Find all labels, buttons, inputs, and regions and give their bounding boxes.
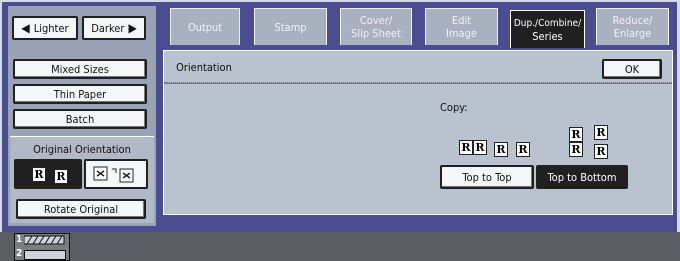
paper-stack-icon — [24, 235, 65, 245]
copy-r-icon: R — [494, 142, 508, 157]
orientation-normal-button[interactable]: R R — [14, 159, 82, 189]
job-row-2-number: 2 — [16, 248, 23, 259]
copy-r-icon: R — [459, 140, 473, 155]
orientation-r-icon: R — [54, 169, 68, 184]
rotate-original-button[interactable]: Rotate Original — [16, 199, 146, 219]
lighter-arrow-icon: ◀ — [21, 21, 30, 35]
darker-button[interactable]: Darker ▶ — [82, 16, 146, 40]
tab-dup-combine-series[interactable]: Dup./Combine/ Series — [510, 10, 585, 48]
copy-r-icon: R — [594, 125, 608, 140]
tab-cover-slip-sheet[interactable]: Cover/ Slip Sheet — [340, 8, 412, 45]
ok-button[interactable]: OK — [602, 59, 662, 79]
job-row-1-number: 1 — [16, 234, 23, 245]
tab-output[interactable]: Output — [170, 8, 240, 45]
copy-r-icon: R — [569, 142, 583, 157]
tab-stamp[interactable]: Stamp — [254, 8, 327, 45]
job-row-2-slot — [24, 250, 66, 260]
batch-button[interactable]: Batch — [13, 109, 147, 129]
status-bar — [0, 232, 680, 261]
original-orientation-label: Original Orientation — [33, 143, 131, 156]
copy-r-icon: R — [594, 144, 608, 159]
copy-r-icon: R — [473, 140, 487, 155]
copy-label: Copy: — [440, 101, 468, 114]
copy-r-icon: R — [569, 127, 583, 142]
darker-arrow-icon: ▶ — [128, 21, 137, 35]
top-to-top-button[interactable]: Top to Top — [440, 165, 534, 189]
lighter-button[interactable]: ◀ Lighter — [12, 16, 78, 40]
tab-edit-image[interactable]: Edit Image — [425, 8, 498, 45]
copy-r-icon: R — [516, 142, 530, 157]
mixed-sizes-button[interactable]: Mixed Sizes — [13, 59, 147, 79]
panel-title: Orientation — [176, 61, 232, 74]
tab-reduce-enlarge[interactable]: Reduce/ Enlarge — [596, 8, 669, 45]
orientation-panel: Orientation OK Copy: R R R R R R R R Top… — [163, 50, 673, 215]
thin-paper-button[interactable]: Thin Paper — [13, 84, 147, 104]
orientation-rotated-button[interactable] — [84, 159, 148, 189]
rotated-orientation-icon — [93, 166, 134, 183]
orientation-r-icon: R — [32, 167, 46, 182]
orientation-panel-header: Orientation — [164, 51, 672, 84]
divider — [164, 82, 672, 83]
top-to-bottom-button[interactable]: Top to Bottom — [536, 165, 628, 189]
